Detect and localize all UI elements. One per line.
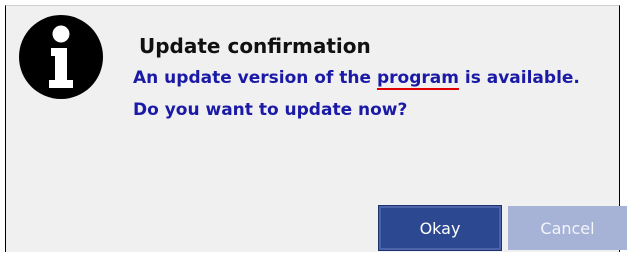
dialog-title: Update confirmation <box>139 34 371 58</box>
message-text-before: An update version of the <box>133 68 377 88</box>
okay-button[interactable]: Okay <box>378 205 502 251</box>
dialog-message-line-1: An update version of the program is avai… <box>133 68 580 88</box>
dialog-message-line-2: Do you want to update now? <box>133 100 408 120</box>
cancel-button[interactable]: Cancel <box>508 206 627 250</box>
misspelled-word-program: program <box>376 68 459 88</box>
info-icon <box>19 15 103 99</box>
message-text-after: is available. <box>458 68 580 88</box>
